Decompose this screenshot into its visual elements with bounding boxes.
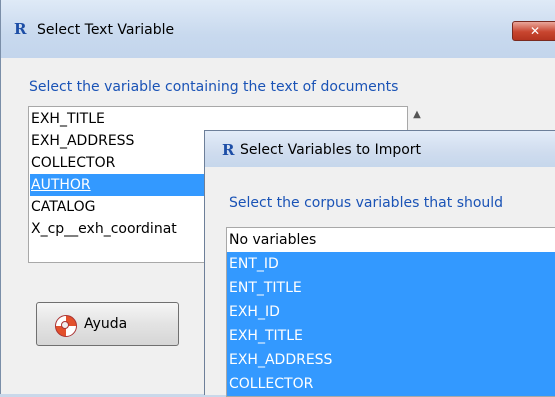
close-icon: ✕ — [529, 24, 541, 38]
r-app-icon: R — [222, 141, 235, 159]
list-item-selected[interactable]: EXH_ADDRESS — [227, 348, 555, 372]
import-variables-listbox[interactable]: No variables ENT_ID ENT_TITLE EXH_ID EXH… — [226, 227, 555, 397]
variable-prompt-label: Select the variable containing the text … — [29, 79, 399, 95]
dialog-titlebar[interactable]: R Select Text Variable ✕ — [1, 0, 555, 58]
corpus-variables-prompt-label: Select the corpus variables that should — [229, 195, 504, 211]
list-item[interactable]: X_cp__exh_coordinat — [30, 218, 177, 240]
list-item-selected[interactable]: AUTHOR — [30, 174, 210, 196]
list-item-selected[interactable]: COLLECTOR — [227, 372, 555, 396]
list-item[interactable]: EXH_TITLE — [30, 108, 105, 130]
list-item-selected[interactable]: ENT_ID — [227, 252, 555, 276]
list-item-selected[interactable]: EXH_TITLE — [227, 324, 555, 348]
list-item-selected[interactable]: EXH_ID — [227, 300, 555, 324]
select-variables-to-import-dialog: R Select Variables to Import Select the … — [204, 130, 555, 397]
help-button[interactable]: Ayuda — [36, 302, 179, 346]
scroll-up-arrow-icon[interactable]: ▲ — [409, 106, 425, 123]
dialog-title: Select Variables to Import — [240, 142, 422, 158]
dialog-titlebar[interactable]: R Select Variables to Import — [205, 131, 555, 167]
r-app-icon: R — [14, 20, 27, 38]
list-item[interactable]: CATALOG — [30, 196, 95, 218]
help-button-label: Ayuda — [84, 316, 128, 332]
list-item[interactable]: EXH_ADDRESS — [30, 130, 134, 152]
lifebuoy-icon — [55, 315, 77, 337]
list-item-selected[interactable]: ENT_TITLE — [227, 276, 555, 300]
close-button[interactable]: ✕ — [512, 21, 555, 41]
list-item[interactable]: COLLECTOR — [30, 152, 115, 174]
list-item[interactable]: No variables — [227, 228, 555, 252]
dialog-title: Select Text Variable — [37, 22, 175, 38]
